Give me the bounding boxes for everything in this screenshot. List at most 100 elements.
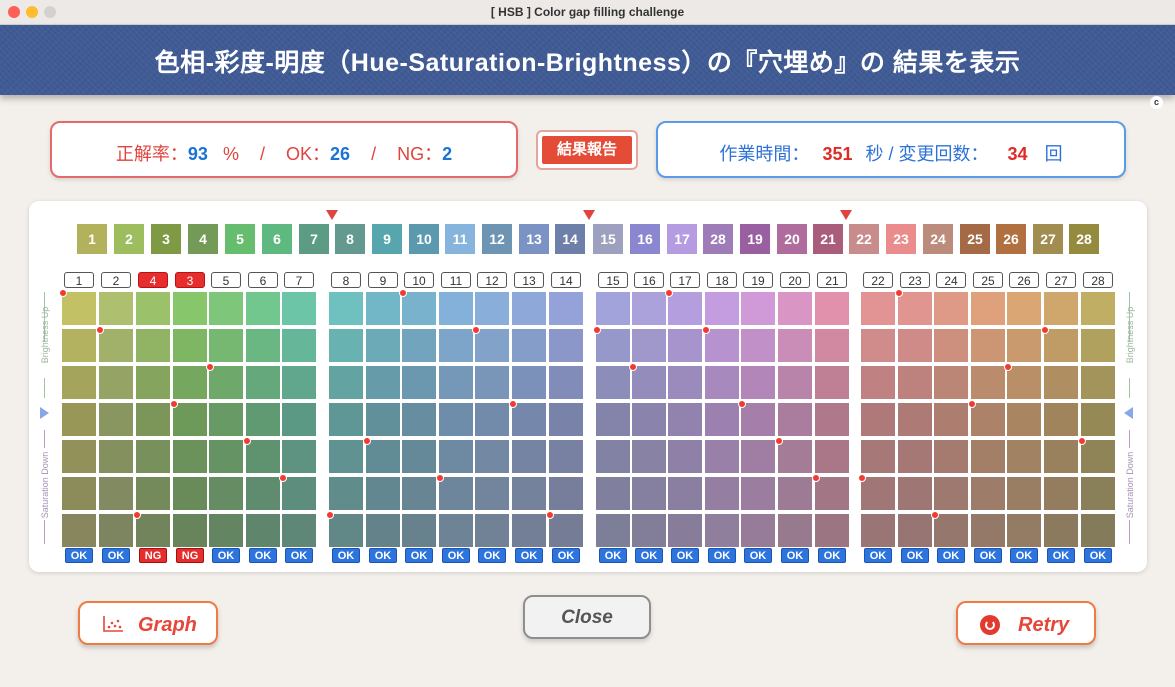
color-cell[interactable] xyxy=(1081,329,1115,362)
color-cell[interactable] xyxy=(1044,292,1078,325)
color-cell[interactable] xyxy=(246,477,280,510)
color-cell[interactable] xyxy=(62,403,96,436)
color-cell[interactable] xyxy=(402,329,436,362)
color-cell[interactable] xyxy=(596,292,630,325)
color-cell[interactable] xyxy=(741,514,775,547)
color-cell[interactable] xyxy=(898,366,932,399)
color-cell[interactable] xyxy=(815,403,849,436)
color-cell[interactable] xyxy=(1007,329,1041,362)
color-cell[interactable] xyxy=(775,437,812,473)
color-cell[interactable] xyxy=(861,329,895,362)
color-cell[interactable] xyxy=(475,403,509,436)
color-cell[interactable] xyxy=(898,477,932,510)
color-cell[interactable] xyxy=(812,474,849,510)
color-cell[interactable] xyxy=(173,477,207,510)
color-cell[interactable] xyxy=(329,292,363,325)
color-cell[interactable] xyxy=(329,329,363,362)
color-cell[interactable] xyxy=(898,440,932,473)
color-cell[interactable] xyxy=(1044,477,1078,510)
color-cell[interactable] xyxy=(815,440,849,473)
color-cell[interactable] xyxy=(1007,477,1041,510)
color-cell[interactable] xyxy=(439,514,473,547)
color-cell[interactable] xyxy=(1081,514,1115,547)
color-cell[interactable] xyxy=(99,514,133,547)
color-cell[interactable] xyxy=(934,292,968,325)
color-cell[interactable] xyxy=(668,477,702,510)
color-cell[interactable] xyxy=(170,400,207,436)
color-cell[interactable] xyxy=(279,474,316,510)
color-cell[interactable] xyxy=(705,440,739,473)
color-cell[interactable] xyxy=(632,403,666,436)
color-cell[interactable] xyxy=(934,403,968,436)
color-cell[interactable] xyxy=(815,514,849,547)
color-cell[interactable] xyxy=(549,366,583,399)
color-cell[interactable] xyxy=(898,329,932,362)
color-cell[interactable] xyxy=(668,366,702,399)
color-cell[interactable] xyxy=(329,477,363,510)
color-cell[interactable] xyxy=(861,514,895,547)
color-cell[interactable] xyxy=(971,477,1005,510)
color-cell[interactable] xyxy=(439,403,473,436)
color-cell[interactable] xyxy=(596,514,630,547)
color-cell[interactable] xyxy=(96,326,133,362)
color-cell[interactable] xyxy=(705,366,739,399)
color-cell[interactable] xyxy=(741,366,775,399)
color-cell[interactable] xyxy=(136,292,170,325)
color-cell[interactable] xyxy=(778,403,812,436)
color-cell[interactable] xyxy=(282,329,316,362)
color-cell[interactable] xyxy=(366,403,400,436)
color-cell[interactable] xyxy=(549,477,583,510)
color-cell[interactable] xyxy=(329,403,363,436)
color-cell[interactable] xyxy=(815,329,849,362)
color-cell[interactable] xyxy=(971,514,1005,547)
color-cell[interactable] xyxy=(549,403,583,436)
color-cell[interactable] xyxy=(665,289,702,325)
color-cell[interactable] xyxy=(136,366,170,399)
color-cell[interactable] xyxy=(402,403,436,436)
color-cell[interactable] xyxy=(632,514,666,547)
color-cell[interactable] xyxy=(99,440,133,473)
color-cell[interactable] xyxy=(436,474,473,510)
color-cell[interactable] xyxy=(971,329,1005,362)
color-cell[interactable] xyxy=(329,440,363,473)
color-cell[interactable] xyxy=(173,440,207,473)
color-cell[interactable] xyxy=(815,292,849,325)
color-cell[interactable] xyxy=(1007,292,1041,325)
color-cell[interactable] xyxy=(668,329,702,362)
color-cell[interactable] xyxy=(1041,326,1078,362)
color-cell[interactable] xyxy=(778,292,812,325)
color-cell[interactable] xyxy=(632,477,666,510)
color-cell[interactable] xyxy=(62,477,96,510)
color-cell[interactable] xyxy=(99,292,133,325)
color-cell[interactable] xyxy=(596,366,630,399)
color-cell[interactable] xyxy=(475,292,509,325)
color-cell[interactable] xyxy=(1078,437,1115,473)
color-cell[interactable] xyxy=(439,329,473,362)
color-cell[interactable] xyxy=(282,292,316,325)
color-cell[interactable] xyxy=(549,292,583,325)
color-cell[interactable] xyxy=(246,514,280,547)
color-cell[interactable] xyxy=(546,511,583,547)
color-cell[interactable] xyxy=(934,477,968,510)
color-cell[interactable] xyxy=(741,477,775,510)
color-cell[interactable] xyxy=(632,292,666,325)
color-cell[interactable] xyxy=(206,363,243,399)
color-cell[interactable] xyxy=(366,366,400,399)
color-cell[interactable] xyxy=(209,440,243,473)
color-cell[interactable] xyxy=(858,474,895,510)
color-cell[interactable] xyxy=(549,440,583,473)
color-cell[interactable] xyxy=(549,329,583,362)
color-cell[interactable] xyxy=(1004,363,1041,399)
color-cell[interactable] xyxy=(329,366,363,399)
color-cell[interactable] xyxy=(1081,366,1115,399)
color-cell[interactable] xyxy=(1044,366,1078,399)
color-cell[interactable] xyxy=(778,514,812,547)
color-cell[interactable] xyxy=(475,440,509,473)
color-cell[interactable] xyxy=(475,366,509,399)
color-cell[interactable] xyxy=(898,403,932,436)
color-cell[interactable] xyxy=(246,329,280,362)
color-cell[interactable] xyxy=(512,440,546,473)
copyright-icon[interactable]: c xyxy=(1150,96,1163,109)
color-cell[interactable] xyxy=(173,292,207,325)
color-cell[interactable] xyxy=(512,514,546,547)
